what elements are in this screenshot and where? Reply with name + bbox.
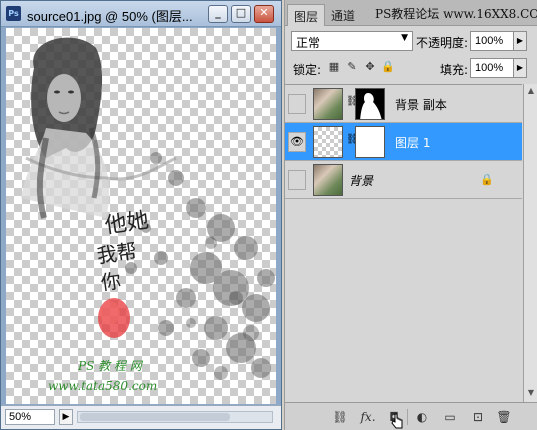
trash-icon[interactable]: 🗑 (495, 409, 513, 425)
scrollbar-thumb[interactable] (80, 413, 230, 421)
new-layer-icon[interactable]: ⊡ (469, 409, 487, 425)
blend-mode-value: 正常 (296, 36, 321, 50)
forum-watermark: PS教程论坛 www.16XX8.COM (375, 7, 537, 21)
zoom-level-field[interactable]: 50% (5, 409, 55, 425)
layer-thumbnail (313, 88, 343, 120)
lock-transparent-icon[interactable]: ▦ (327, 60, 341, 74)
lock-position-icon[interactable]: ✥ (363, 60, 377, 74)
layers-bottom-toolbar: ⛓ fx. ◘ ◐ ▭ ⊡ 🗑 (285, 402, 537, 430)
chain-link-icon[interactable]: ⛓ (346, 96, 359, 112)
layer-name[interactable]: 图层 1 (395, 134, 430, 151)
scroll-down-icon[interactable]: ▼ (525, 388, 537, 400)
lock-label: 锁定: (293, 63, 322, 77)
new-group-icon[interactable]: ▭ (441, 409, 459, 425)
calligraphy-line-1: 他她 (103, 208, 150, 239)
lock-icon: 🔒 (480, 173, 494, 186)
maximize-button[interactable]: □ (231, 5, 251, 23)
document-title: source01.jpg @ 50% (图层... (27, 9, 193, 24)
layer-row-background-copy[interactable]: ⛓ 背景 副本 (285, 85, 522, 123)
chain-link-icon[interactable]: ⛓ (346, 134, 359, 150)
layers-list: ⛓ 背景 副本 👁 ⛓ 图层 1 背景 🔒 (285, 84, 522, 402)
layer-name[interactable]: 背景 副本 (395, 96, 447, 113)
layer-mask-thumbnail[interactable] (355, 88, 385, 120)
horizontal-scrollbar[interactable] (77, 411, 273, 423)
lock-paint-icon[interactable]: ✎ (345, 60, 359, 74)
layer-row-background[interactable]: 背景 🔒 (285, 161, 522, 199)
layer-name[interactable]: 背景 (349, 172, 373, 189)
close-button[interactable]: ✕ (254, 5, 274, 23)
fill-field[interactable]: 100% (470, 58, 514, 78)
visibility-toggle[interactable] (288, 94, 306, 114)
hand-cursor-icon (391, 413, 403, 429)
layers-panel: 图层 通道 PS教程论坛 www.16XX8.COM 正常 ▼ 不透明度: 10… (284, 0, 537, 430)
document-title-bar[interactable]: Ps source01.jpg @ 50% (图层... _ □ ✕ (1, 1, 281, 27)
chevron-down-icon: ▼ (401, 33, 408, 43)
link-layers-icon[interactable]: ⛓ (331, 409, 349, 425)
calligraphy-line-3: 你 (99, 268, 122, 295)
canvas-watermark-url: www.tata580.com (48, 379, 157, 393)
fx-icon[interactable]: fx. (359, 409, 377, 425)
layer-thumbnail (313, 126, 343, 158)
fill-label: 填充: (440, 63, 469, 77)
layer-thumbnail (313, 164, 343, 196)
document-canvas[interactable]: 他她 我帮 你 PS 教 程 网 www.tata580.com (6, 28, 276, 404)
blend-mode-select[interactable]: 正常 ▼ (291, 31, 413, 51)
layer-mask-thumbnail[interactable] (355, 126, 385, 158)
tab-layers[interactable]: 图层 (287, 4, 326, 26)
opacity-label: 不透明度: (416, 36, 469, 50)
layer-row-layer-1[interactable]: 👁 ⛓ 图层 1 (285, 123, 522, 161)
eye-icon: 👁 (290, 135, 304, 148)
visibility-toggle[interactable]: 👁 (288, 132, 306, 152)
fill-arrow-icon[interactable]: ▶ (513, 58, 527, 78)
canvas-artwork: 他她 我帮 你 PS 教 程 网 www.tata580.com (21, 37, 275, 393)
scroll-up-icon[interactable]: ▲ (525, 86, 537, 98)
photoshop-logo-icon: Ps (6, 6, 21, 21)
panel-tab-bar: 图层 通道 PS教程论坛 www.16XX8.COM (285, 0, 537, 26)
lock-all-icon[interactable]: 🔒 (381, 60, 395, 74)
adjustment-layer-icon[interactable]: ◐ (413, 409, 431, 425)
minimize-button[interactable]: _ (208, 5, 228, 23)
document-window: Ps source01.jpg @ 50% (图层... _ □ ✕ 他她 我帮… (0, 0, 282, 430)
canvas-watermark-cn: PS 教 程 网 (77, 359, 144, 373)
status-menu-button[interactable]: ▶ (59, 409, 73, 425)
layers-vertical-scrollbar[interactable]: ▲ ▼ (523, 84, 537, 402)
document-status-bar: 50% ▶ (1, 405, 281, 429)
toolbar-divider (407, 409, 408, 425)
tab-channels[interactable]: 通道 (325, 4, 361, 26)
opacity-field[interactable]: 100% (470, 31, 514, 51)
opacity-arrow-icon[interactable]: ▶ (513, 31, 527, 51)
visibility-toggle[interactable] (288, 170, 306, 190)
